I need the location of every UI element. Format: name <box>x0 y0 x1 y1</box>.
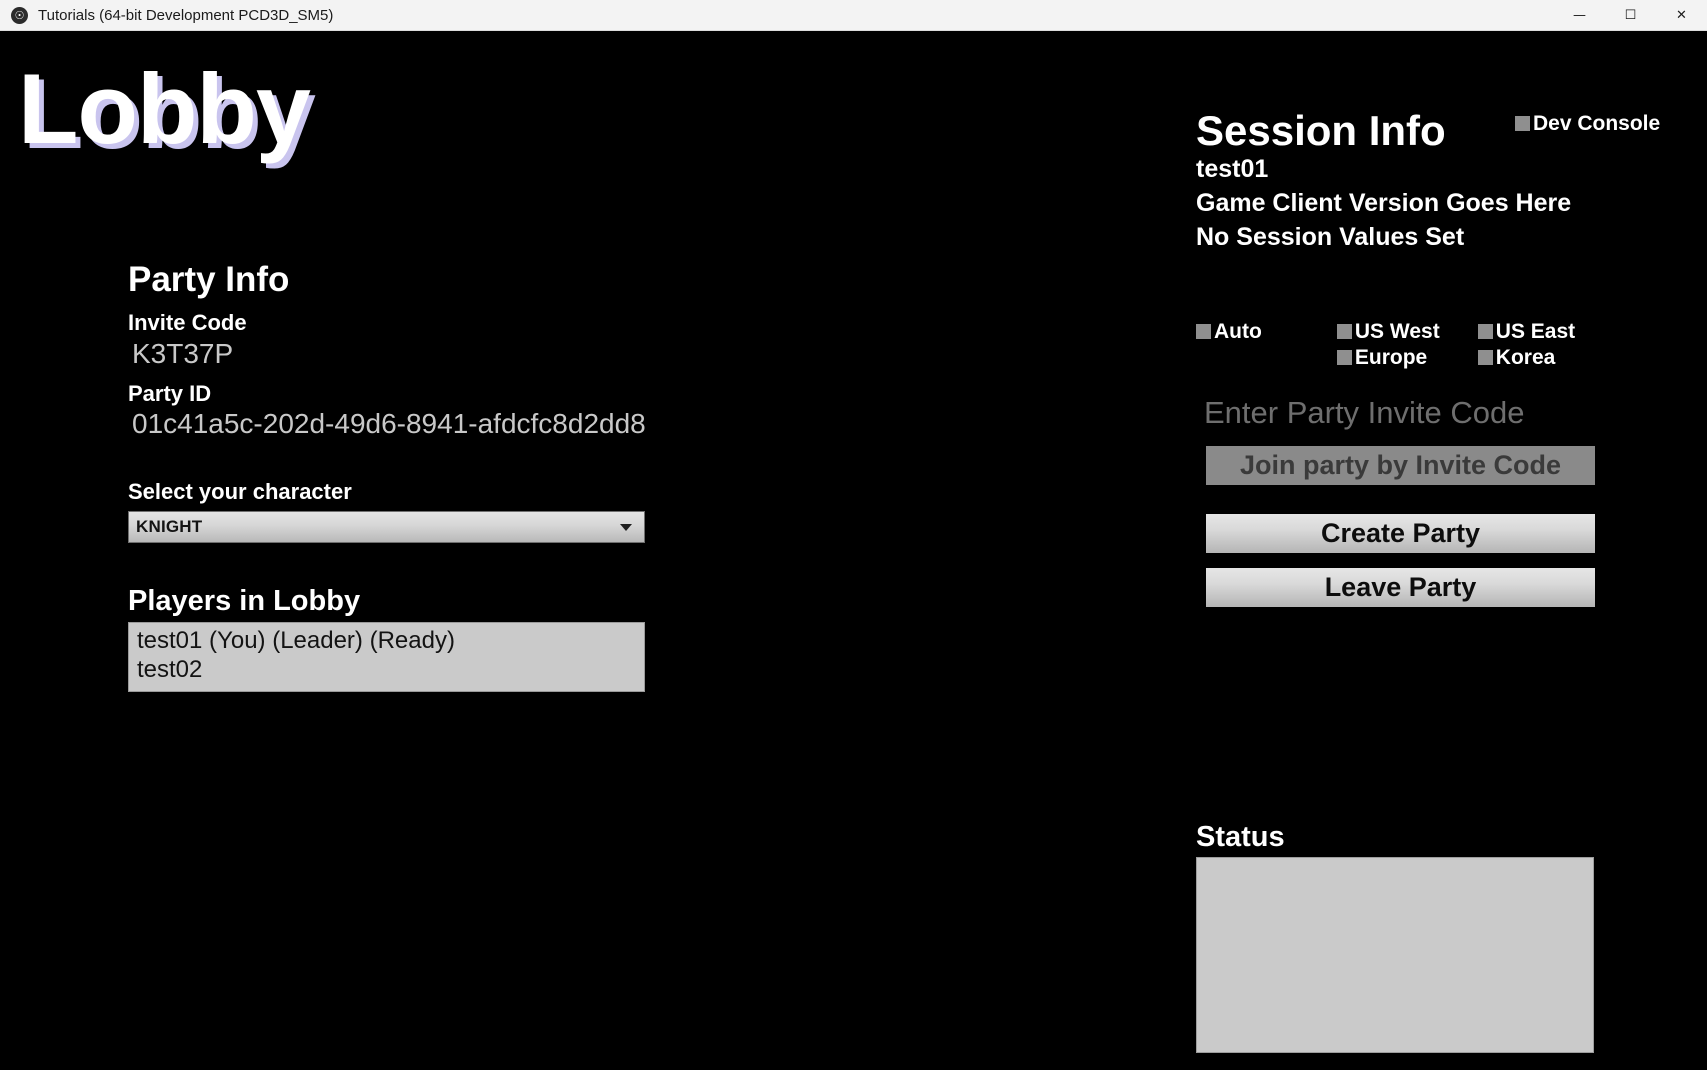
unreal-engine-icon: ☉ <box>11 6 28 24</box>
join-party-by-invite-code-button[interactable]: Join party by Invite Code <box>1206 446 1595 485</box>
session-client-version: Game Client Version Goes Here <box>1196 188 1572 217</box>
character-select-block: Select your character KNIGHT <box>128 479 688 544</box>
minimize-button[interactable]: — <box>1554 0 1605 31</box>
page-title: Lobby <box>18 53 311 164</box>
status-panel <box>1196 857 1594 1053</box>
leave-party-button[interactable]: Leave Party <box>1206 568 1595 607</box>
dev-console-label: Dev Console <box>1533 112 1661 135</box>
region-checkbox-auto[interactable]: Auto <box>1196 321 1337 342</box>
party-id-label: Party ID <box>128 380 212 406</box>
players-block: Players in Lobby test01 (You) (Leader) (… <box>128 585 688 693</box>
region-checkbox-us-west[interactable]: US West <box>1336 320 1478 343</box>
close-button[interactable]: ✕ <box>1656 0 1707 31</box>
region-checkbox-korea[interactable]: Korea <box>1477 346 1596 369</box>
party-info-heading: Party Info <box>128 260 290 299</box>
window-title: Tutorials (64-bit Development PCD3D_SM5) <box>38 6 334 24</box>
checkbox-icon <box>1336 324 1352 339</box>
invite-code-value: K3T37P <box>132 337 234 369</box>
session-player-name: test01 <box>1196 155 1269 184</box>
maximize-button[interactable]: ☐ <box>1605 0 1656 31</box>
status-block: Status <box>1196 821 1594 1053</box>
region-label: Korea <box>1495 346 1556 369</box>
region-label: Auto <box>1214 320 1262 343</box>
region-label: US West <box>1354 320 1440 343</box>
region-checkbox-us-east[interactable]: US East <box>1477 320 1596 343</box>
window-titlebar: ☉ Tutorials (64-bit Development PCD3D_SM… <box>0 0 1707 31</box>
region-row-2: Europe Korea <box>1196 347 1596 368</box>
region-row-spacer <box>1196 347 1337 368</box>
list-item[interactable]: test01 (You) (Leader) (Ready) <box>129 627 644 655</box>
window-controls: — ☐ ✕ <box>1554 0 1707 31</box>
checkbox-icon <box>1515 116 1530 131</box>
status-heading: Status <box>1196 821 1285 853</box>
character-select-label: Select your character <box>128 479 352 505</box>
invite-code-input[interactable] <box>1204 393 1604 433</box>
checkbox-icon <box>1477 324 1493 339</box>
chevron-down-icon <box>620 524 632 532</box>
region-label: US East <box>1495 320 1576 343</box>
players-in-lobby-heading: Players in Lobby <box>128 585 361 618</box>
region-label: Europe <box>1354 346 1428 369</box>
party-info-panel: Party Info Invite Code K3T37P Party ID 0… <box>128 259 688 693</box>
checkbox-icon <box>1196 324 1211 339</box>
party-id-value: 01c41a5c-202d-49d6-8941-afdcfc8d2dd8 <box>132 408 646 440</box>
session-values: No Session Values Set <box>1196 222 1465 251</box>
create-party-button[interactable]: Create Party <box>1206 514 1595 553</box>
players-list: test01 (You) (Leader) (Ready) test02 <box>128 622 645 693</box>
list-item[interactable]: test02 <box>129 656 644 684</box>
region-row-1: Auto US West US East <box>1196 321 1596 342</box>
region-checkbox-europe[interactable]: Europe <box>1336 346 1478 369</box>
dev-console-checkbox[interactable]: Dev Console <box>1515 113 1660 134</box>
invite-code-label: Invite Code <box>128 310 247 336</box>
character-select-dropdown[interactable]: KNIGHT <box>128 511 645 544</box>
region-selection-grid: Auto US West US East Europe Korea <box>1196 321 1596 373</box>
game-viewport: Lobby Party Info Invite Code K3T37P Part… <box>0 31 1707 1070</box>
checkbox-icon <box>1336 350 1352 365</box>
character-select-value: KNIGHT <box>136 517 203 537</box>
status-text <box>1197 858 1593 868</box>
checkbox-icon <box>1477 350 1493 365</box>
